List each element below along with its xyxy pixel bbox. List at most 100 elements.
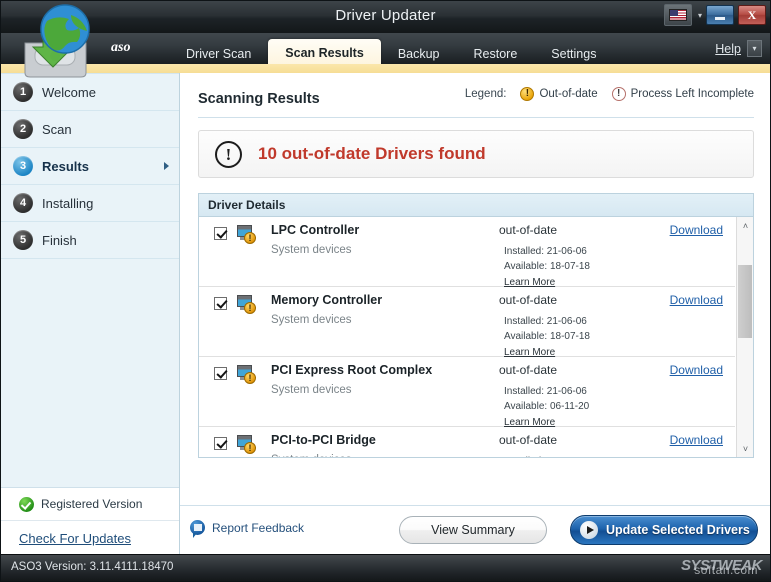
driver-meta: Installed: 21-06-06 Available: 18-07-18 … bbox=[504, 244, 590, 290]
device-warning-icon: ! bbox=[237, 365, 255, 383]
registered-version-row: Registered Version bbox=[1, 488, 179, 521]
list-scrollbar[interactable]: ˄ ˅ bbox=[736, 217, 753, 457]
feedback-bubble-icon bbox=[190, 520, 205, 535]
legend-item-label: Process Left Incomplete bbox=[631, 88, 754, 100]
warning-badge-icon: ! bbox=[244, 302, 256, 314]
table-row[interactable]: ! PCI-to-PCI Bridge System devices out-o… bbox=[199, 427, 735, 457]
main-content: Scanning Results Legend: ! Out-of-date !… bbox=[180, 73, 770, 555]
main-header: Scanning Results Legend: ! Out-of-date !… bbox=[198, 81, 754, 118]
alert-text: 10 out-of-date Drivers found bbox=[258, 144, 486, 164]
driver-name: LPC Controller bbox=[271, 223, 359, 237]
warning-badge-icon: ! bbox=[244, 232, 256, 244]
download-link[interactable]: Download bbox=[670, 293, 723, 307]
driver-meta: Installed: 21-06-06 Available: 18-07-18 … bbox=[504, 454, 590, 457]
scroll-down-icon[interactable]: ˅ bbox=[737, 440, 753, 457]
sidebar-item-scan[interactable]: 2 Scan bbox=[1, 111, 179, 148]
table-row[interactable]: ! PCI Express Root Complex System device… bbox=[199, 357, 735, 427]
driver-status: out-of-date bbox=[499, 293, 557, 307]
warning-badge-icon: ! bbox=[244, 442, 256, 454]
driver-name: PCI Express Root Complex bbox=[271, 363, 432, 377]
step-number-5: 5 bbox=[13, 230, 33, 250]
sidebar: 1 Welcome 2 Scan 3 Results 4 Installing … bbox=[1, 73, 180, 555]
driver-status: out-of-date bbox=[499, 363, 557, 377]
report-feedback-button[interactable]: Report Feedback bbox=[190, 520, 304, 535]
driver-updater-window: Driver Updater ▾ X aso Driver Scan Scan … bbox=[0, 0, 771, 582]
driver-details-panel: Driver Details ! LPC Controller System d… bbox=[198, 193, 754, 458]
installed-version: Installed: 21-06-06 bbox=[504, 244, 590, 259]
sidebar-item-label: Finish bbox=[42, 233, 77, 248]
driver-category: System devices bbox=[271, 454, 352, 457]
exclamation-circle-icon: ! bbox=[215, 141, 242, 168]
scroll-up-icon[interactable]: ˄ bbox=[737, 217, 753, 234]
driver-category: System devices bbox=[271, 314, 352, 326]
download-link[interactable]: Download bbox=[670, 363, 723, 377]
driver-category: System devices bbox=[271, 384, 352, 396]
step-number-3: 3 bbox=[13, 156, 33, 176]
legend-item-incomplete: ! Process Left Incomplete bbox=[612, 87, 754, 101]
sidebar-item-welcome[interactable]: 1 Welcome bbox=[1, 73, 179, 111]
driver-name: PCI-to-PCI Bridge bbox=[271, 433, 376, 447]
help-area: Help ▾ bbox=[715, 40, 762, 57]
download-link[interactable]: Download bbox=[670, 223, 723, 237]
driver-name: Memory Controller bbox=[271, 293, 382, 307]
incomplete-circle-icon: ! bbox=[612, 87, 626, 101]
sidebar-item-installing[interactable]: 4 Installing bbox=[1, 185, 179, 222]
sidebar-item-results[interactable]: 3 Results bbox=[1, 148, 179, 185]
legend-label: Legend: bbox=[465, 88, 507, 100]
footer-bar: Report Feedback View Summary Update Sele… bbox=[180, 505, 770, 555]
page-title: Scanning Results bbox=[198, 91, 320, 107]
sidebar-item-label: Scan bbox=[42, 122, 72, 137]
chevron-down-icon[interactable]: ▾ bbox=[698, 11, 702, 20]
language-flag-button[interactable] bbox=[664, 4, 692, 26]
tab-list: Driver Scan Scan Results Backup Restore … bbox=[169, 33, 613, 64]
check-for-updates-row: Check For Updates bbox=[1, 521, 179, 555]
row-checkbox[interactable] bbox=[214, 297, 227, 310]
row-checkbox[interactable] bbox=[214, 437, 227, 450]
watermark-softan: softan.com bbox=[694, 563, 758, 577]
table-row[interactable]: ! Memory Controller System devices out-o… bbox=[199, 287, 735, 357]
brand-logo-text: aso bbox=[111, 40, 130, 56]
minimize-button[interactable] bbox=[706, 5, 734, 25]
update-selected-drivers-button[interactable]: Update Selected Drivers bbox=[570, 515, 758, 545]
scrollbar-thumb[interactable] bbox=[738, 265, 752, 338]
check-for-updates-link[interactable]: Check For Updates bbox=[19, 531, 131, 546]
table-row[interactable]: ! LPC Controller System devices out-of-d… bbox=[199, 217, 735, 287]
version-text: ASO3 Version: 3.11.4111.18470 bbox=[11, 561, 173, 573]
device-warning-icon: ! bbox=[237, 225, 255, 243]
update-selected-drivers-label: Update Selected Drivers bbox=[606, 523, 750, 537]
play-icon bbox=[580, 521, 598, 539]
sidebar-footer: Registered Version Check For Updates bbox=[1, 487, 179, 555]
green-check-icon bbox=[19, 497, 34, 512]
available-version: Available: 06-11-20 bbox=[504, 399, 589, 414]
driver-status: out-of-date bbox=[499, 223, 557, 237]
tab-scan-results[interactable]: Scan Results bbox=[268, 39, 381, 67]
installed-version: Installed: 21-06-06 bbox=[504, 384, 589, 399]
driver-meta: Installed: 21-06-06 Available: 18-07-18 … bbox=[504, 314, 590, 360]
sidebar-item-finish[interactable]: 5 Finish bbox=[1, 222, 179, 259]
report-feedback-label: Report Feedback bbox=[212, 521, 304, 535]
sidebar-item-label: Installing bbox=[42, 196, 93, 211]
warning-badge-icon: ! bbox=[244, 372, 256, 384]
driver-list: ! LPC Controller System devices out-of-d… bbox=[199, 217, 753, 457]
download-link[interactable]: Download bbox=[670, 433, 723, 447]
row-checkbox[interactable] bbox=[214, 227, 227, 240]
registered-version-label: Registered Version bbox=[41, 497, 142, 511]
available-version: Available: 18-07-18 bbox=[504, 329, 590, 344]
help-chevron-down-icon[interactable]: ▾ bbox=[747, 40, 762, 57]
status-bar: ASO3 Version: 3.11.4111.18470 SYSTWEAK s… bbox=[1, 554, 770, 581]
device-warning-icon: ! bbox=[237, 295, 255, 313]
alert-banner: ! 10 out-of-date Drivers found bbox=[198, 130, 754, 178]
us-flag-icon bbox=[669, 9, 687, 21]
help-link[interactable]: Help bbox=[715, 42, 741, 56]
title-bar: Driver Updater ▾ X bbox=[1, 1, 770, 34]
window-controls: ▾ X bbox=[664, 4, 766, 26]
row-checkbox[interactable] bbox=[214, 367, 227, 380]
step-number-1: 1 bbox=[13, 82, 33, 102]
close-button[interactable]: X bbox=[738, 5, 766, 25]
panel-title: Driver Details bbox=[199, 194, 753, 217]
sidebar-item-label: Results bbox=[42, 159, 89, 174]
window-title: Driver Updater bbox=[1, 7, 770, 24]
driver-status: out-of-date bbox=[499, 433, 557, 447]
view-summary-button[interactable]: View Summary bbox=[399, 516, 547, 544]
driver-meta: Installed: 21-06-06 Available: 06-11-20 … bbox=[504, 384, 589, 430]
